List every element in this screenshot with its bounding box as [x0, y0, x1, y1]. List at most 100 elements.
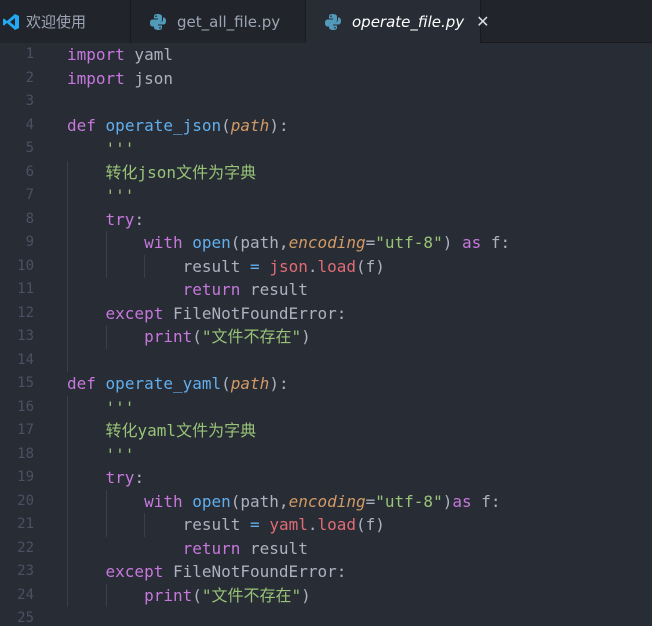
code-token: print — [144, 585, 193, 605]
code-line[interactable]: return result — [67, 278, 652, 302]
code-token: ''' — [105, 397, 135, 417]
code-token: ): — [269, 374, 289, 393]
code-line[interactable]: print("文件不存在") — [67, 325, 652, 349]
code-token: operate_json — [105, 115, 222, 135]
code-line[interactable]: with open(path,encoding="utf-8")as f: — [67, 490, 652, 514]
line-number: 6 — [25, 163, 34, 180]
code-token: f: — [471, 491, 501, 511]
tab-bar: 欢迎使用 get_all_file.py operate_file.py ✕ — [0, 0, 652, 44]
code-line[interactable]: with open(path,encoding="utf-8") as f: — [67, 231, 652, 255]
code-line[interactable] — [67, 90, 652, 114]
line-number: 21 — [17, 516, 34, 532]
code-editor[interactable]: 1 2 3 4 5 6 7 8 9 10 11 12 13 14 15 16 17 18 19 20 21 22 23 24 2… — [0, 43, 652, 626]
code-token: import — [67, 68, 125, 88]
code-line[interactable]: 转化yaml文件为字典 — [67, 419, 652, 443]
code-token: with — [144, 491, 183, 511]
code-line[interactable]: def operate_json(path): — [67, 114, 652, 138]
code-token: 转化yaml文件为字典 — [105, 421, 257, 440]
code-token: = — [365, 233, 376, 252]
code-token: as — [452, 491, 472, 511]
code-token: load — [317, 256, 357, 276]
code-token: operate_yaml — [105, 374, 222, 393]
code-token: result — [240, 538, 308, 558]
code-token: except — [105, 303, 164, 323]
code-line[interactable]: def operate_yaml(path): — [67, 372, 652, 396]
line-number: 1 — [25, 46, 34, 62]
code-token: : — [134, 209, 145, 229]
line-number: 23 — [17, 563, 34, 579]
code-token: ( — [221, 115, 231, 135]
close-icon[interactable]: ✕ — [476, 14, 489, 30]
line-number: 14 — [17, 351, 34, 368]
code-line[interactable]: try: — [67, 466, 652, 490]
line-number-gutter: 1 2 3 4 5 6 7 8 9 10 11 12 13 14 15 16 17 18 19 20 21 22 23 24 2… — [0, 43, 54, 626]
code-line[interactable] — [67, 607, 652, 626]
code-token: open — [192, 233, 231, 252]
code-token: result — [240, 280, 308, 299]
line-number: 13 — [17, 328, 34, 344]
code-line[interactable]: print("文件不存在") — [67, 584, 652, 608]
line-number: 2 — [25, 69, 34, 86]
code-token: ''' — [105, 186, 135, 205]
code-line[interactable]: ''' — [67, 396, 652, 420]
code-token: FileNotFoundError: — [163, 303, 347, 323]
code-line[interactable]: result = yaml.load(f) — [67, 513, 652, 537]
line-number: 20 — [17, 492, 34, 509]
line-number: 18 — [17, 445, 34, 462]
code-token: json — [124, 68, 173, 88]
code-token: f: — [481, 233, 511, 252]
code-line[interactable]: ''' — [67, 184, 652, 208]
code-line[interactable]: import yaml — [67, 43, 652, 67]
code-token: def — [67, 374, 96, 393]
code-token: ( — [221, 374, 231, 393]
code-line[interactable]: 转化json文件为字典 — [67, 161, 652, 185]
code-line[interactable]: import json — [67, 67, 652, 91]
code-line[interactable]: except FileNotFoundError: — [67, 560, 652, 584]
line-number: 15 — [17, 375, 34, 391]
code-token: (path, — [230, 233, 289, 252]
code-line[interactable]: ''' — [67, 137, 652, 161]
code-token: 转化json文件为字典 — [105, 162, 257, 182]
code-token: ): — [269, 115, 289, 135]
code-token: encoding — [288, 491, 366, 511]
code-token: open — [192, 491, 231, 511]
line-number: 22 — [17, 539, 34, 556]
code-token: path — [230, 374, 270, 393]
tab-welcome[interactable]: 欢迎使用 — [0, 0, 131, 43]
code-token: return — [182, 280, 241, 299]
code-line[interactable] — [67, 349, 652, 373]
code-line[interactable]: return result — [67, 537, 652, 561]
code-token: ) — [442, 491, 453, 511]
code-line[interactable]: try: — [67, 208, 652, 232]
code-token: encoding — [288, 233, 366, 252]
line-number: 8 — [25, 210, 34, 227]
python-icon — [149, 13, 167, 31]
line-number: 11 — [17, 281, 34, 297]
tab-operate-file[interactable]: operate_file.py ✕ — [306, 0, 490, 44]
code-token: result — [67, 515, 251, 534]
code-token: "utf-8" — [375, 233, 443, 252]
code-token: json — [269, 256, 308, 276]
tab-label: get_all_file.py — [177, 12, 281, 31]
code-area[interactable]: import yaml import json def operate_json(p… — [67, 43, 652, 626]
code-line[interactable]: result = json.load(f) — [67, 255, 652, 279]
code-line[interactable]: except FileNotFoundError: — [67, 302, 652, 326]
tab-get-all-file[interactable]: get_all_file.py — [131, 0, 306, 43]
code-token: ) — [301, 585, 311, 605]
code-token: try — [105, 209, 135, 229]
code-line[interactable]: ''' — [67, 443, 652, 467]
